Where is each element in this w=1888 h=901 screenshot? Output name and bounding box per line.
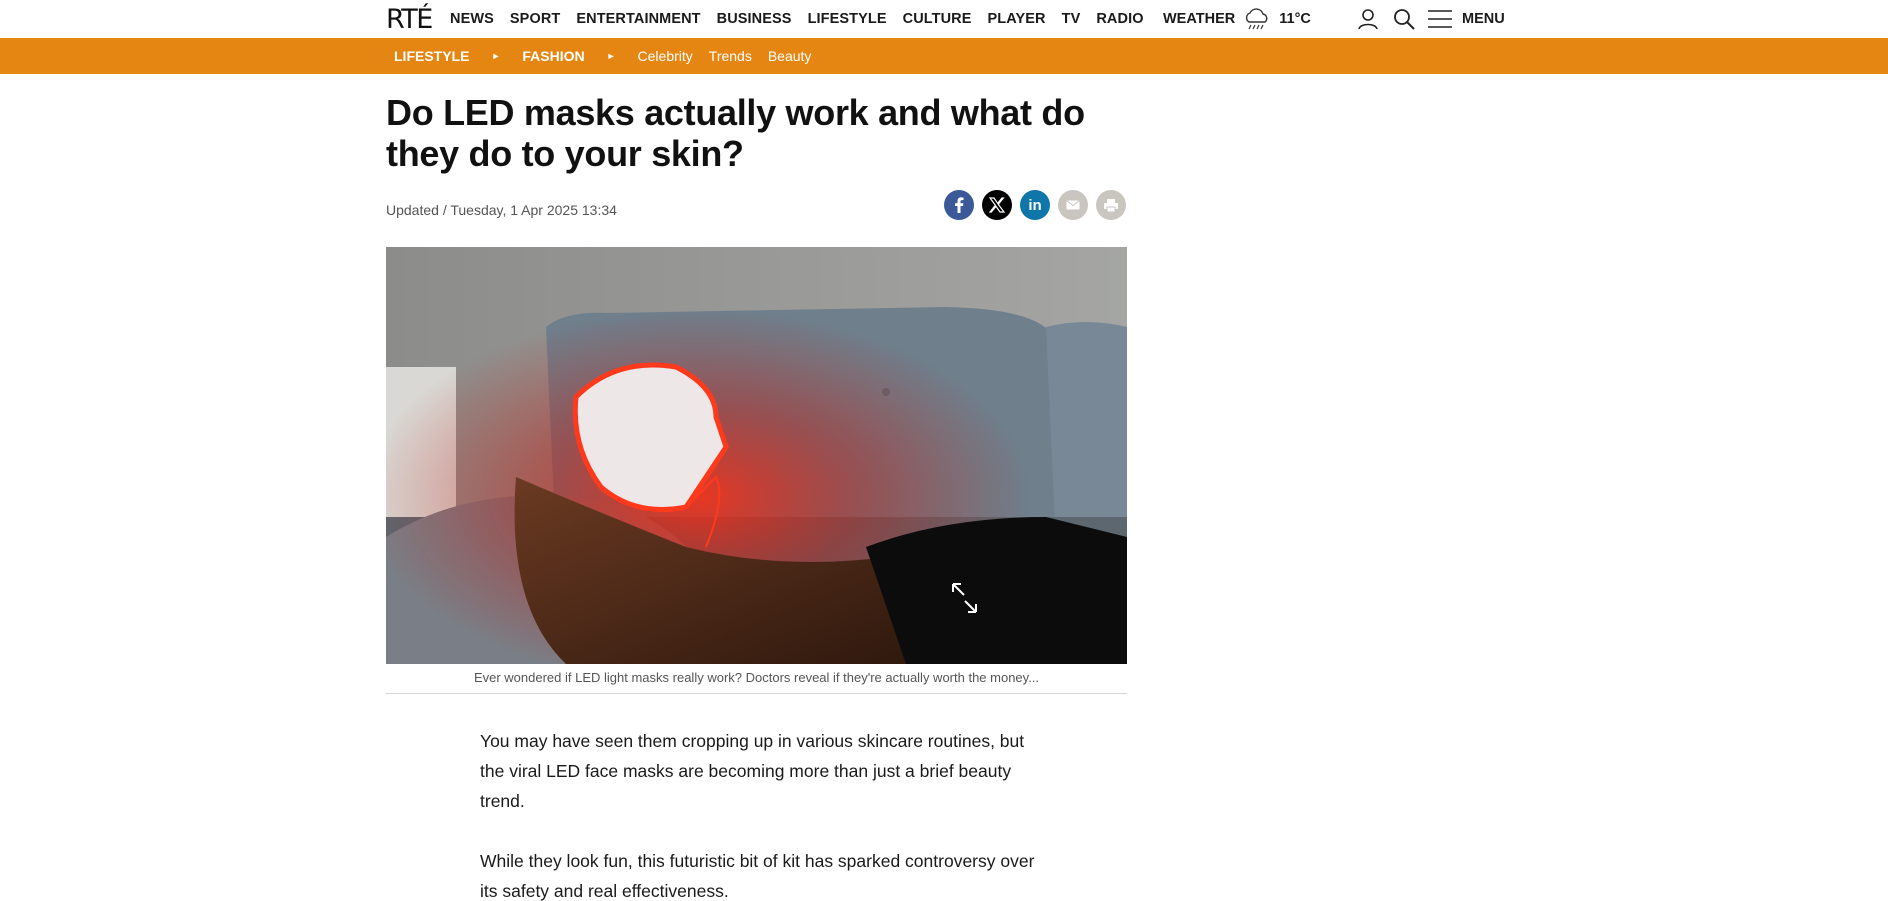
section-bar: LIFESTYLE ► FASHION ► Celebrity Trends B… [0, 38, 1888, 74]
nav-lifestyle[interactable]: LIFESTYLE [808, 11, 887, 27]
section-fashion-link[interactable]: FASHION [514, 48, 592, 64]
rte-logo[interactable]: RTÉ [386, 3, 433, 35]
breadcrumb-arrow-icon: ► [491, 51, 501, 61]
menu-label[interactable]: MENU [1462, 11, 1505, 27]
section-trends-link[interactable]: Trends [701, 48, 760, 64]
article-headline: Do LED masks actually work and what do t… [386, 92, 1085, 174]
nav-tv[interactable]: TV [1062, 11, 1081, 27]
share-bar: in [944, 190, 1126, 220]
nav-business[interactable]: BUSINESS [717, 11, 792, 27]
facebook-icon[interactable] [944, 190, 974, 220]
print-icon[interactable] [1096, 190, 1126, 220]
section-celebrity-link[interactable]: Celebrity [630, 48, 701, 64]
header-actions: MENU [1356, 0, 1505, 38]
article-body: You may have seen them cropping up in va… [480, 726, 1040, 901]
nav-player[interactable]: PLAYER [988, 11, 1046, 27]
weather-widget[interactable]: WEATHER 11°C [1163, 0, 1311, 38]
linkedin-icon[interactable]: in [1020, 190, 1050, 220]
nav-news[interactable]: NEWS [450, 11, 494, 27]
weather-temperature: 11°C [1279, 11, 1311, 27]
article-paragraph: You may have seen them cropping up in va… [480, 731, 1025, 811]
logo-text: RTÉ [386, 3, 433, 35]
nav-radio[interactable]: RADIO [1096, 11, 1143, 27]
weather-label: WEATHER [1163, 11, 1236, 27]
caption-divider [386, 693, 1127, 694]
article-hero-image[interactable] [386, 247, 1127, 664]
user-icon[interactable] [1356, 7, 1380, 31]
image-caption: Ever wondered if LED light masks really … [473, 670, 1040, 685]
article-paragraph: While they look fun, this futuristic bit… [480, 851, 1035, 901]
section-beauty-link[interactable]: Beauty [760, 48, 820, 64]
rain-cloud-icon [1241, 7, 1273, 31]
email-icon[interactable] [1058, 190, 1088, 220]
nav-sport[interactable]: SPORT [510, 11, 560, 27]
section-lifestyle-link[interactable]: LIFESTYLE [386, 48, 477, 64]
nav-entertainment[interactable]: ENTERTAINMENT [576, 11, 700, 27]
hamburger-menu-icon[interactable] [1428, 7, 1452, 31]
section-breadcrumb: LIFESTYLE ► FASHION ► Celebrity Trends B… [386, 38, 819, 74]
search-icon[interactable] [1392, 7, 1416, 31]
article-updated-date: Updated / Tuesday, 1 Apr 2025 13:34 [386, 202, 617, 218]
breadcrumb-arrow-icon: ► [606, 51, 616, 61]
nav-culture[interactable]: CULTURE [903, 11, 972, 27]
top-navigation: RTÉ NEWS SPORT ENTERTAINMENT BUSINESS LI… [0, 0, 1888, 38]
x-icon[interactable] [982, 190, 1012, 220]
main-nav: NEWS SPORT ENTERTAINMENT BUSINESS LIFEST… [450, 0, 1160, 38]
